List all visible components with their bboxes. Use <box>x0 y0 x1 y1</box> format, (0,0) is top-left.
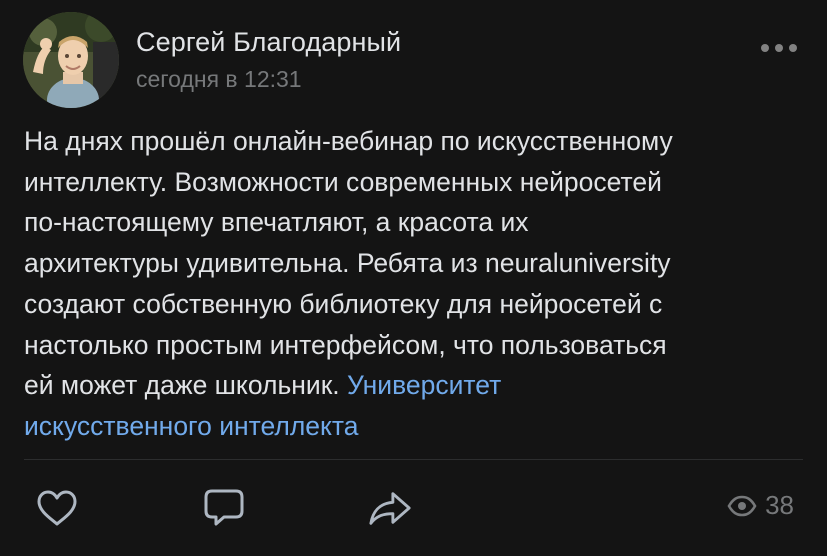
post-text-line: настолько простым интерфейсом, что польз… <box>24 329 667 360</box>
post-text: На днях прошёл онлайн-вебинар по искусст… <box>24 121 804 447</box>
post-text-line: по-настоящему впечатляют, а красота их <box>24 207 529 238</box>
community-link[interactable]: Университет <box>347 370 501 400</box>
divider <box>24 459 803 460</box>
share-icon <box>369 492 411 525</box>
views-count: 38 <box>765 490 794 520</box>
ellipsis-icon-dot <box>789 44 797 52</box>
author-name[interactable]: Сергей Благодарный <box>136 27 401 58</box>
avatar[interactable] <box>23 12 119 108</box>
post-text-line: архитектуры удивительна. Ребята из neura… <box>24 248 671 279</box>
post-card: Сергей Благодарный сегодня в 12:31 На дн… <box>0 0 827 556</box>
share-button[interactable] <box>368 486 412 530</box>
comment-button[interactable] <box>202 486 246 530</box>
views-counter: 38 <box>727 490 794 521</box>
community-link-continued[interactable]: искусственного интеллекта <box>24 411 359 441</box>
post-text-line: создают собственную библиотеку для нейро… <box>24 288 663 319</box>
post-text-line: интеллекту. Возможности современных нейр… <box>24 166 662 197</box>
post-text-last-line: ей может даже школьник. Университет <box>24 365 804 406</box>
ellipsis-icon <box>761 44 769 52</box>
post-text-line: ей может даже школьник. <box>24 370 340 401</box>
heart-icon <box>37 490 77 526</box>
comment-icon <box>204 489 244 526</box>
post-text-line: На днях прошёл онлайн-вебинар по искусст… <box>24 126 673 156</box>
ellipsis-icon-dot <box>775 44 783 52</box>
eye-icon <box>727 495 757 517</box>
post-timestamp[interactable]: сегодня в 12:31 <box>136 66 302 93</box>
post-text-line: искусственного интеллекта <box>24 406 804 447</box>
more-options-button[interactable] <box>761 42 797 54</box>
like-button[interactable] <box>35 486 79 530</box>
avatar-photo <box>23 12 119 108</box>
